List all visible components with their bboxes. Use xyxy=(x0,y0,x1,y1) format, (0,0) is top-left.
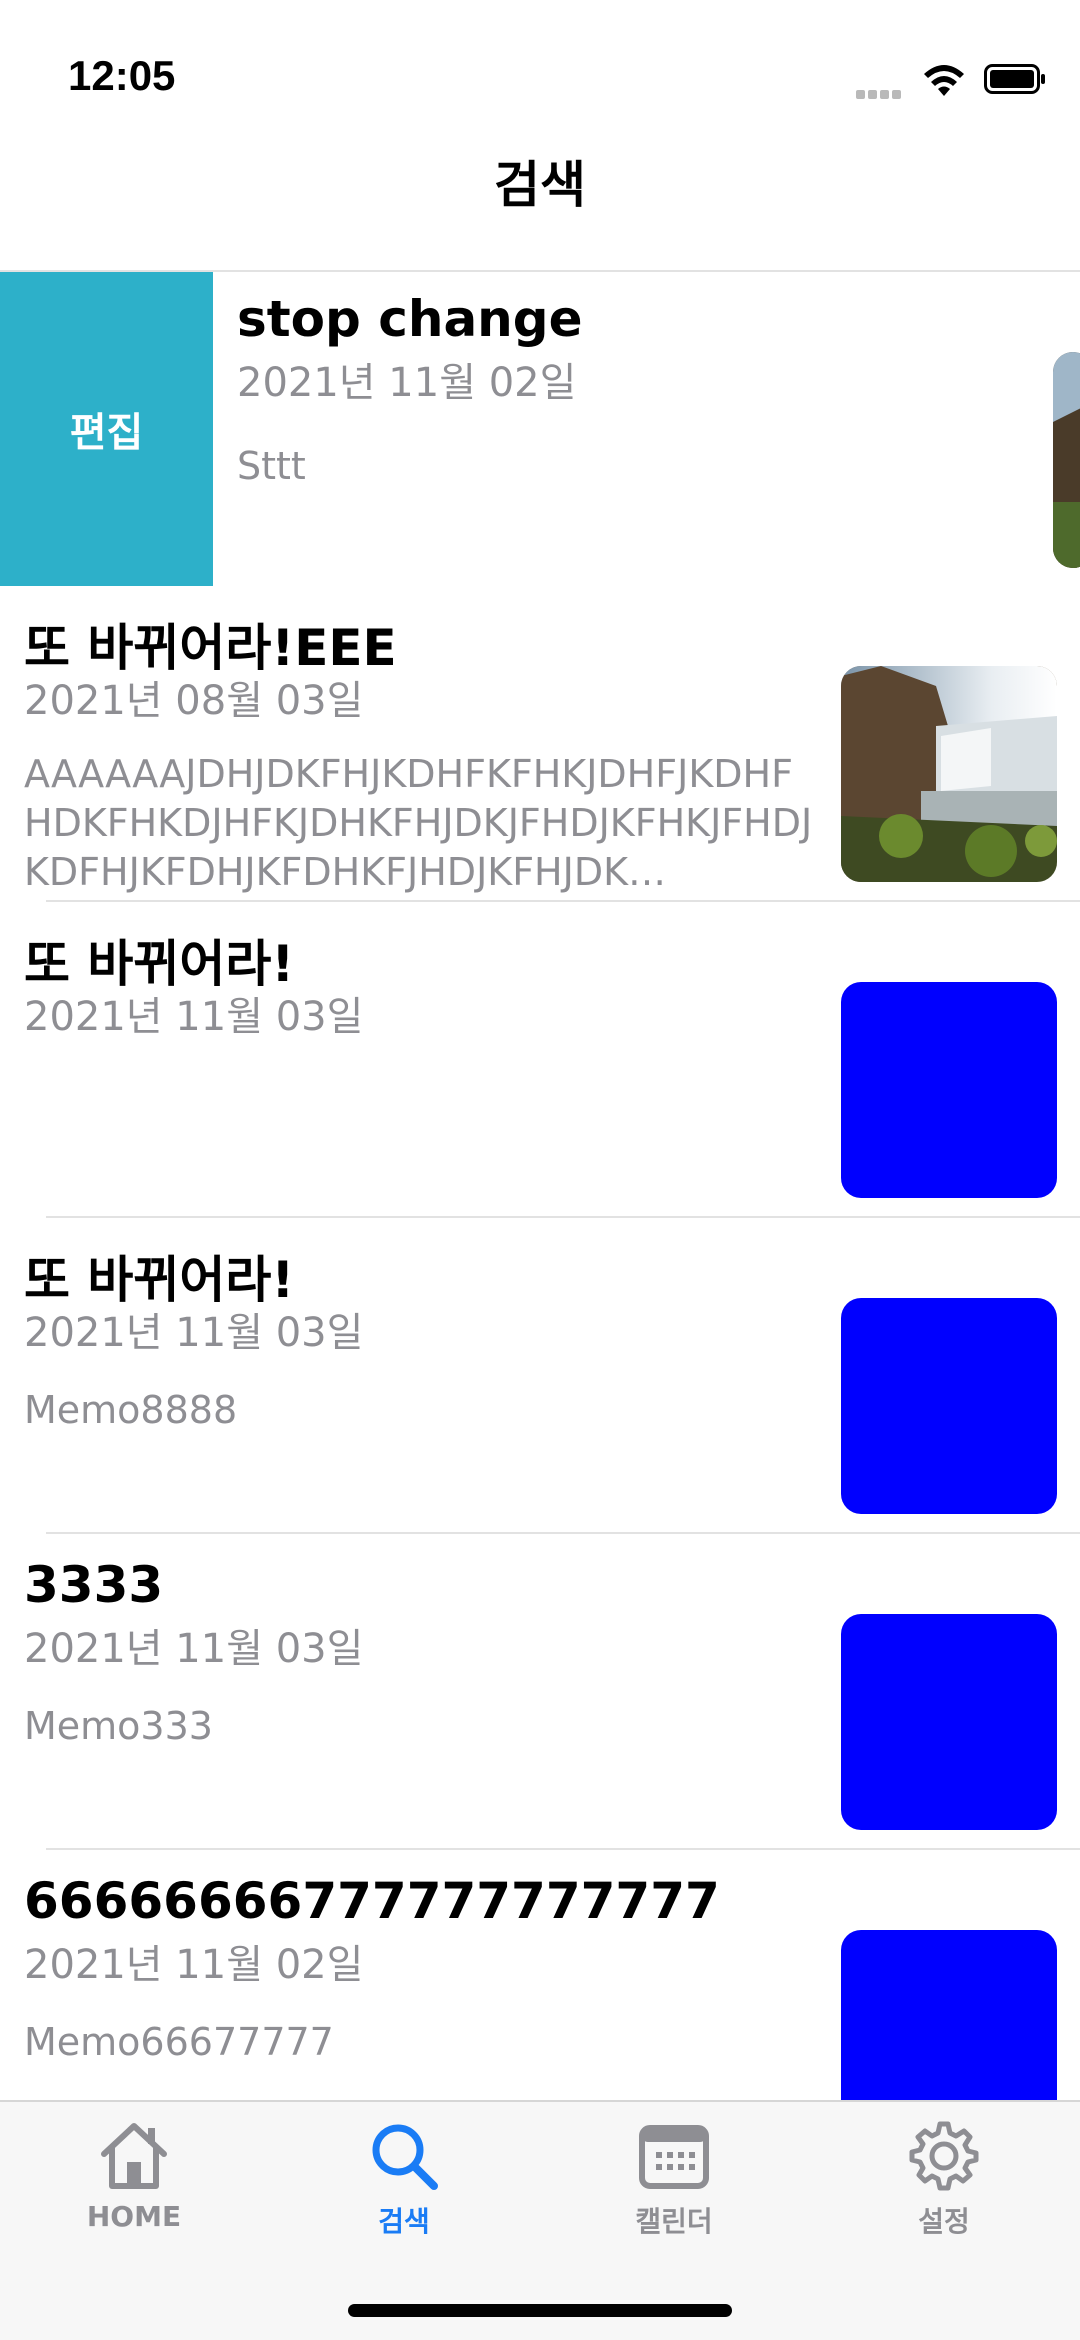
list-item[interactable]: 또 바뀌어라!EEE 2021년 08월 03일 AAAAAAJDHJDKFHJ… xyxy=(0,586,1080,902)
tab-label: 캘린더 xyxy=(635,2205,713,2238)
list-item[interactable]: 또 바뀌어라! 2021년 11월 03일 Memo8888 xyxy=(0,1218,1080,1534)
item-memo: Memo8888 xyxy=(24,1388,238,1432)
item-date: 2021년 08월 03일 xyxy=(24,678,364,724)
list-item-content[interactable]: stop change 2021년 11월 02일 Sttt xyxy=(213,272,1080,586)
tab-search[interactable]: 검색 xyxy=(304,2116,504,2240)
page-title: 검색 xyxy=(494,156,586,214)
item-thumbnail xyxy=(1053,352,1080,568)
wifi-icon xyxy=(924,65,964,96)
tab-label: HOME xyxy=(86,2200,182,2233)
tab-label: 검색 xyxy=(378,2205,430,2238)
item-title: stop change xyxy=(237,290,583,348)
list-item[interactable]: 편집 stop change 2021년 11월 02일 Sttt xyxy=(0,270,1080,586)
edit-swipe-button[interactable]: 편집 xyxy=(0,272,213,586)
list-item[interactable]: 66666666777777777777 2021년 11월 02일 Memo6… xyxy=(0,1850,1080,2100)
status-bar: 12:05 xyxy=(0,0,1080,150)
item-title: 66666666777777777777 xyxy=(24,1872,720,1930)
item-thumbnail xyxy=(841,982,1057,1198)
search-results-list[interactable]: 편집 stop change 2021년 11월 02일 Sttt 또 바뀌어라… xyxy=(0,270,1080,2100)
home-indicator xyxy=(348,2304,732,2317)
item-date: 2021년 11월 03일 xyxy=(24,1310,364,1356)
battery-icon xyxy=(984,64,1045,94)
calendar-icon xyxy=(639,2125,709,2189)
list-item[interactable]: 3333 2021년 11월 03일 Memo333 xyxy=(0,1534,1080,1850)
item-date: 2021년 11월 03일 xyxy=(24,1626,364,1672)
item-thumbnail xyxy=(841,1298,1057,1514)
home-icon xyxy=(101,2123,167,2189)
item-memo: AAAAAAJDHJDKFHJKDHFKFHKJDHFJKDHFHDKFHKDJ… xyxy=(24,752,813,894)
landscape-image xyxy=(841,666,1057,882)
tab-home[interactable]: HOME xyxy=(34,2116,234,2233)
item-memo: Memo66677777 xyxy=(24,2020,334,2064)
item-thumbnail xyxy=(841,1930,1057,2100)
item-date: 2021년 11월 02일 xyxy=(24,1942,364,1988)
cellular-signal-icon xyxy=(856,84,904,103)
item-thumbnail xyxy=(841,666,1057,882)
item-date: 2021년 11월 02일 xyxy=(237,360,577,406)
item-title: 3333 xyxy=(24,1556,164,1614)
item-date: 2021년 11월 03일 xyxy=(24,994,364,1040)
status-time: 12:05 xyxy=(68,52,176,99)
item-thumbnail xyxy=(841,1614,1057,1830)
tab-label: 설정 xyxy=(918,2205,970,2238)
list-item[interactable]: 또 바뀌어라! 2021년 11월 03일 xyxy=(0,902,1080,1218)
tab-calendar[interactable]: 캘린더 xyxy=(574,2116,774,2240)
tab-settings[interactable]: 설정 xyxy=(844,2116,1044,2240)
item-memo: Memo333 xyxy=(24,1704,213,1748)
search-icon xyxy=(372,2124,438,2190)
item-memo: Sttt xyxy=(237,444,306,488)
gear-icon xyxy=(909,2121,979,2191)
